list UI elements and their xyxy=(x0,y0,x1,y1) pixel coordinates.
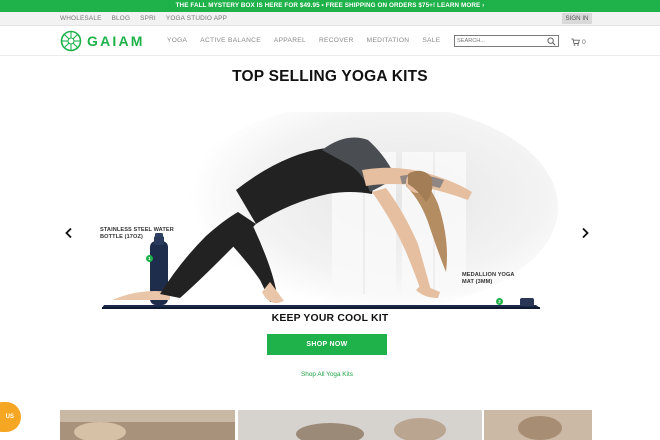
promo-banner[interactable]: THE FALL MYSTERY BOX IS HERE FOR $49.95 … xyxy=(0,0,660,12)
utility-links: WHOLESALE BLOG SPRI YOGA STUDIO APP xyxy=(60,12,227,26)
callout-yoga-mat[interactable]: MEDALLION YOGA MAT (3MM) xyxy=(462,272,515,286)
utility-link-spri[interactable]: SPRI xyxy=(140,12,156,26)
shop-all-yoga-kits-link[interactable]: Shop All Yoga Kits xyxy=(0,371,654,378)
utility-link-wholesale[interactable]: WHOLESALE xyxy=(60,12,102,26)
nav-item-recover[interactable]: RECOVER xyxy=(319,26,354,56)
primary-nav: YOGA ACTIVE BALANCE APPAREL RECOVER MEDI… xyxy=(167,26,440,56)
cart-icon xyxy=(571,38,580,46)
kit-title: KEEP YOUR COOL KIT xyxy=(271,313,389,324)
chevron-left-icon[interactable] xyxy=(64,227,74,239)
site-logo[interactable]: GAIAM xyxy=(60,29,145,53)
nav-item-yoga[interactable]: YOGA xyxy=(167,26,187,56)
callout-marker-2[interactable]: 2 xyxy=(496,298,503,305)
gaiam-medallion-logo-icon xyxy=(60,30,82,52)
callout-marker-1[interactable]: 1 xyxy=(146,255,153,262)
cart-button[interactable]: 0 xyxy=(571,37,586,47)
callout-water-bottle-line2: BOTTLE (17OZ) xyxy=(100,233,143,240)
chevron-right-icon[interactable] xyxy=(580,227,590,239)
sign-in-button[interactable]: SIGN IN xyxy=(562,13,592,24)
callout-yoga-mat-line1: MEDALLION YOGA xyxy=(462,272,515,278)
nav-item-apparel[interactable]: APPAREL xyxy=(274,26,306,56)
nav-item-sale[interactable]: SALE xyxy=(422,26,440,56)
search-icon[interactable] xyxy=(547,37,556,46)
callout-water-bottle[interactable]: STAINLESS STEEL WATER BOTTLE (17OZ) xyxy=(100,227,174,241)
utility-bar: WHOLESALE BLOG SPRI YOGA STUDIO APP SIGN… xyxy=(0,12,660,26)
lifestyle-image-strip xyxy=(60,410,592,440)
utility-link-yoga-studio-app[interactable]: YOGA STUDIO APP xyxy=(166,12,227,26)
cart-count: 0 xyxy=(582,38,586,46)
carousel-heading: TOP SELLING YOGA KITS xyxy=(232,68,428,85)
search-input[interactable] xyxy=(457,36,543,46)
logo-wordmark: GAIAM xyxy=(87,33,145,49)
callout-water-bottle-line1: STAINLESS STEEL WATER xyxy=(100,227,174,233)
main-header: GAIAM YOGA ACTIVE BALANCE APPAREL RECOVE… xyxy=(0,26,660,56)
utility-link-blog[interactable]: BLOG xyxy=(112,12,131,26)
search-box xyxy=(454,35,559,47)
chat-widget-button[interactable]: US xyxy=(0,402,21,432)
shop-now-button[interactable]: SHOP NOW xyxy=(267,334,387,355)
nav-item-active-balance[interactable]: ACTIVE BALANCE xyxy=(200,26,261,56)
callout-yoga-mat-line2: MAT (3MM) xyxy=(462,278,493,285)
nav-item-meditation[interactable]: MEDITATION xyxy=(367,26,410,56)
